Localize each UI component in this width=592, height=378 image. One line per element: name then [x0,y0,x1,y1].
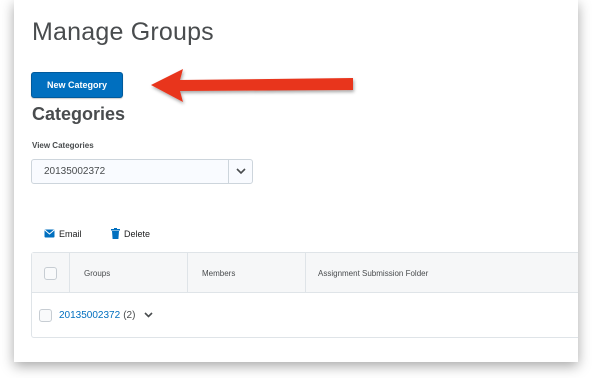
trash-icon [111,227,120,241]
annotation-arrow [151,69,353,102]
delete-label: Delete [124,229,151,239]
new-category-button[interactable]: New Category [31,72,123,98]
email-label: Email [59,229,82,239]
table-row: 20135002372 (2) [32,294,578,336]
categories-heading: Categories [32,104,126,124]
delete-action[interactable]: Delete [111,227,150,241]
select-all-checkbox[interactable] [44,266,57,280]
category-select[interactable]: 20135002372 [31,159,253,184]
category-select-value: 20135002372 [44,166,106,177]
group-name-link[interactable]: 20135002372 [59,310,120,321]
chevron-down-icon[interactable] [144,312,153,318]
page-title: Manage Groups [32,18,214,46]
group-member-count: (2) [123,309,136,321]
column-header-groups[interactable]: Groups [70,253,188,293]
chevron-down-icon[interactable] [228,160,252,183]
email-icon [44,229,55,240]
table-header: Groups Members Assignment Submission Fol… [32,253,578,293]
header-select-cell [32,253,70,293]
groups-table: Groups Members Assignment Submission Fol… [31,252,578,338]
column-header-assignment-folder[interactable]: Assignment Submission Folder [306,253,578,293]
column-header-members[interactable]: Members [188,253,306,293]
view-categories-label: View Categories [32,141,94,150]
row-checkbox[interactable] [39,308,52,322]
app-window: Manage Groups New Category Categories Vi… [14,0,578,362]
email-action[interactable]: Email [44,227,82,241]
